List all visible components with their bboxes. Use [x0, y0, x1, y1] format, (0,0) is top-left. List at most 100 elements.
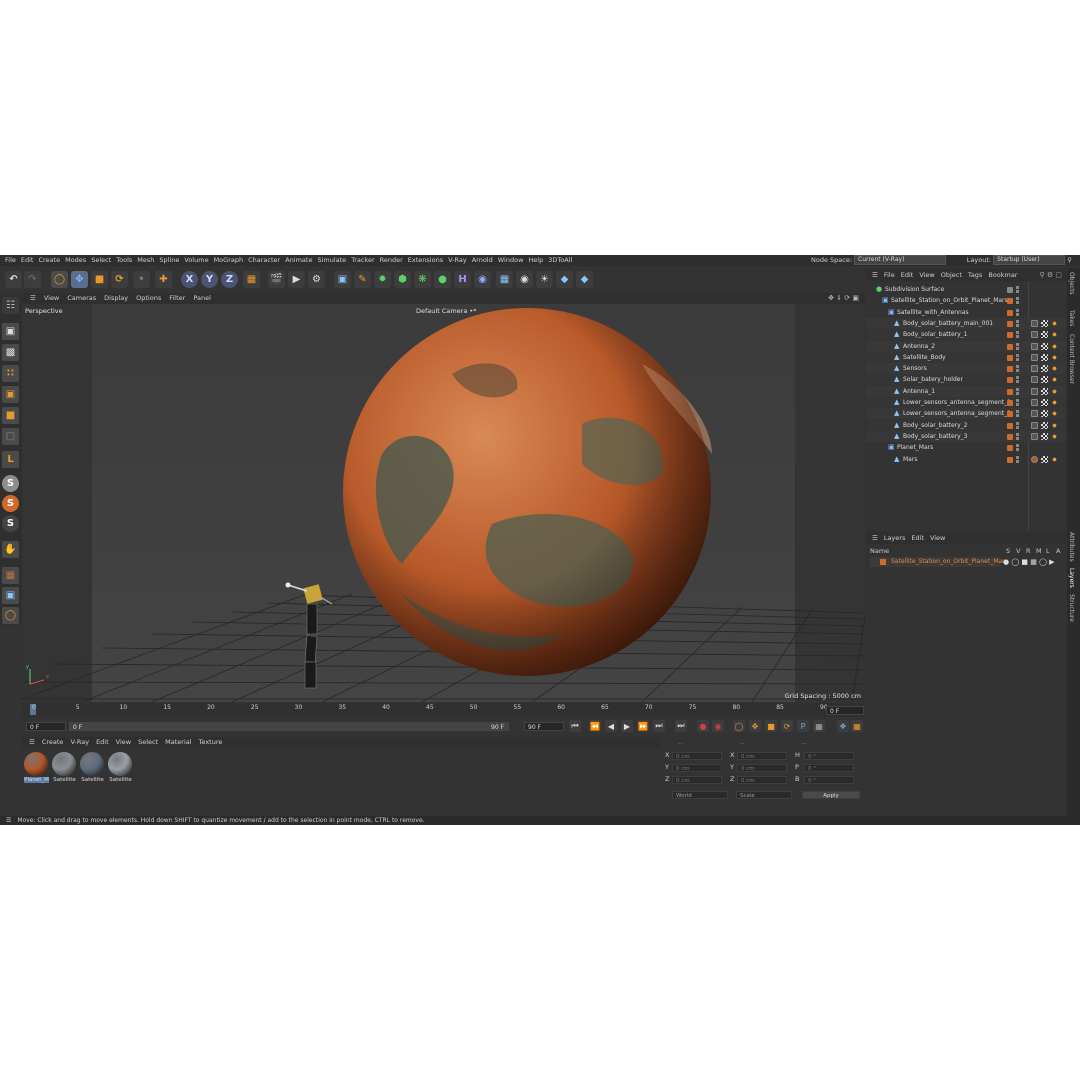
- visibility-toggle[interactable]: [1016, 308, 1019, 316]
- end-icon[interactable]: ⏭: [675, 720, 687, 732]
- material-label[interactable]: Satellite: [52, 777, 77, 783]
- model-mode-icon[interactable]: ▣: [2, 323, 19, 340]
- extrude-icon[interactable]: ⬢: [394, 271, 411, 288]
- key-position-icon[interactable]: ✥: [749, 720, 761, 732]
- layer-color-dot[interactable]: [1007, 332, 1013, 339]
- layer-menu-layers[interactable]: Layers: [878, 532, 906, 544]
- uvw-tag-icon[interactable]: [1041, 432, 1048, 440]
- apply-button[interactable]: Apply: [802, 791, 860, 799]
- frame-range-slider[interactable]: 0 F 90 F: [69, 722, 509, 731]
- timeline-ruler[interactable]: 0 5 10 15 20 25 30 35 40 45 50 55 60 65 70 75 80 85 90: [22, 703, 865, 717]
- goto-end-icon[interactable]: ⏭: [653, 720, 665, 732]
- layer-color-dot[interactable]: [1007, 298, 1013, 305]
- material-tag-icon[interactable]: [1051, 319, 1058, 327]
- object-row[interactable]: ▲ Antenna_1: [866, 385, 1066, 397]
- tab-layers[interactable]: Layers: [1068, 568, 1075, 588]
- layer-color-dot[interactable]: [1007, 400, 1013, 406]
- material-menu-vray[interactable]: V-Ray: [63, 737, 89, 748]
- current-frame-field[interactable]: 0 F: [26, 722, 66, 731]
- object-row[interactable]: ▲ Satellite_Body: [866, 351, 1066, 363]
- visibility-toggle[interactable]: [1016, 455, 1019, 463]
- snap-settings-icon[interactable]: S: [2, 495, 19, 512]
- coord-value-field[interactable]: 0 cm: [672, 776, 722, 784]
- field-icon[interactable]: ◉: [474, 271, 491, 288]
- workplane-icon[interactable]: ▦: [2, 567, 19, 584]
- object-row[interactable]: ▲ Antenna_2: [866, 340, 1066, 352]
- viewport-solo-icon[interactable]: ◯: [2, 607, 19, 624]
- redo-icon[interactable]: ↷: [24, 271, 41, 288]
- menu-tools[interactable]: Tools: [111, 255, 132, 266]
- object-name[interactable]: Mars: [903, 454, 917, 465]
- menu-modes[interactable]: Modes: [60, 255, 86, 266]
- object-menu-bookmarks[interactable]: Bookmar: [982, 269, 1017, 281]
- object-row[interactable]: ▣ Satellite_with_Antennas: [866, 307, 1066, 318]
- visibility-toggle[interactable]: [1016, 353, 1019, 361]
- python-generator-icon[interactable]: ◆: [576, 271, 593, 288]
- coord-value-field[interactable]: 0 cm: [672, 764, 722, 772]
- object-name[interactable]: Antenna_1: [903, 386, 935, 397]
- x-axis-icon[interactable]: X: [181, 271, 198, 288]
- render-settings-icon[interactable]: ⚙: [308, 271, 325, 288]
- object-search-icon[interactable]: ⚲ ⚙ ▢: [1040, 269, 1062, 281]
- material-preview[interactable]: [52, 752, 76, 776]
- object-row[interactable]: ▲ Body_solar_battery_main_001: [866, 317, 1066, 329]
- material-swatch[interactable]: Satellite: [52, 752, 77, 786]
- key-scale-icon[interactable]: ■: [765, 720, 777, 732]
- uvw-tag-icon[interactable]: [1041, 399, 1048, 406]
- phong-tag-icon[interactable]: [1031, 399, 1038, 406]
- visibility-toggle[interactable]: [1016, 319, 1019, 327]
- menu-vray[interactable]: V-Ray: [443, 255, 467, 266]
- material-menu-icon[interactable]: ☰: [22, 737, 35, 748]
- layer-menu-edit[interactable]: Edit: [905, 532, 924, 544]
- coord-scale-select[interactable]: Scale: [736, 791, 792, 799]
- coord-value-field[interactable]: 0 cm: [737, 776, 787, 784]
- viewport-nav-icons[interactable]: ✥ ⇓ ⟳ ▣: [828, 293, 859, 304]
- phong-tag-icon[interactable]: [1031, 376, 1038, 384]
- timeline-window-icon[interactable]: ▦: [851, 720, 863, 732]
- pen-icon[interactable]: ✎: [354, 271, 371, 288]
- viewport-menu-cameras[interactable]: Cameras: [59, 293, 96, 304]
- menu-help[interactable]: Help: [523, 255, 543, 266]
- uvw-tag-icon[interactable]: [1041, 376, 1048, 384]
- material-menu-select[interactable]: Select: [131, 737, 158, 748]
- phong-tag-icon[interactable]: [1031, 365, 1038, 373]
- layer-color-dot[interactable]: [1007, 433, 1013, 440]
- menu-character[interactable]: Character: [243, 255, 280, 266]
- render-picture-viewer-icon[interactable]: ▶: [288, 271, 305, 288]
- lock-workplane-icon[interactable]: ✋: [2, 541, 19, 558]
- uvw-tag-icon[interactable]: [1041, 421, 1048, 429]
- prev-frame-icon[interactable]: ◀: [605, 720, 617, 732]
- phong-tag-icon[interactable]: [1031, 455, 1038, 463]
- interpolation-icon[interactable]: ❖: [837, 720, 849, 732]
- menu-spline[interactable]: Spline: [154, 255, 179, 266]
- menu-animate[interactable]: Animate: [280, 255, 312, 266]
- visibility-toggle[interactable]: [1016, 432, 1019, 440]
- make-editable-icon[interactable]: ☷: [2, 297, 19, 314]
- layer-name[interactable]: Satellite_Station_on_Orbit_Planet_Mars: [891, 557, 1008, 567]
- object-row[interactable]: ▲ Body_solar_battery_2: [866, 419, 1066, 431]
- tab-takes[interactable]: Takes: [1068, 310, 1075, 326]
- visibility-toggle[interactable]: [1016, 399, 1019, 406]
- layer-color-dot[interactable]: [1007, 309, 1013, 316]
- layer-color-dot[interactable]: [1007, 366, 1013, 373]
- material-swatch[interactable]: Satellite: [80, 752, 105, 786]
- coord-value-field[interactable]: 0 °: [804, 752, 854, 760]
- layer-flag-toggles[interactable]: ● ◯ ■ ▦ ◯ ▶: [1003, 558, 1055, 566]
- layer-color-dot[interactable]: [1007, 388, 1013, 395]
- phong-tag-icon[interactable]: [1031, 342, 1038, 350]
- menu-select[interactable]: Select: [86, 255, 111, 266]
- object-menu-icon[interactable]: ☰: [866, 269, 878, 281]
- phong-tag-icon[interactable]: [1031, 421, 1038, 429]
- visibility-toggle[interactable]: [1016, 286, 1019, 293]
- autokey-icon[interactable]: ◉: [712, 720, 724, 732]
- layer-color-dot[interactable]: [1007, 343, 1013, 350]
- phong-tag-icon[interactable]: [1031, 387, 1038, 395]
- coord-value-field[interactable]: 0 cm: [672, 752, 722, 760]
- play-icon[interactable]: ▶: [621, 720, 633, 732]
- solo-icon[interactable]: ▣: [2, 587, 19, 604]
- menu-3dtoall[interactable]: 3DToAll: [543, 255, 572, 266]
- viewport-menu-view[interactable]: View: [36, 293, 59, 304]
- object-menu-file[interactable]: File: [878, 269, 895, 281]
- material-label[interactable]: Satellite: [108, 777, 133, 783]
- tab-objects[interactable]: Objects: [1068, 272, 1075, 295]
